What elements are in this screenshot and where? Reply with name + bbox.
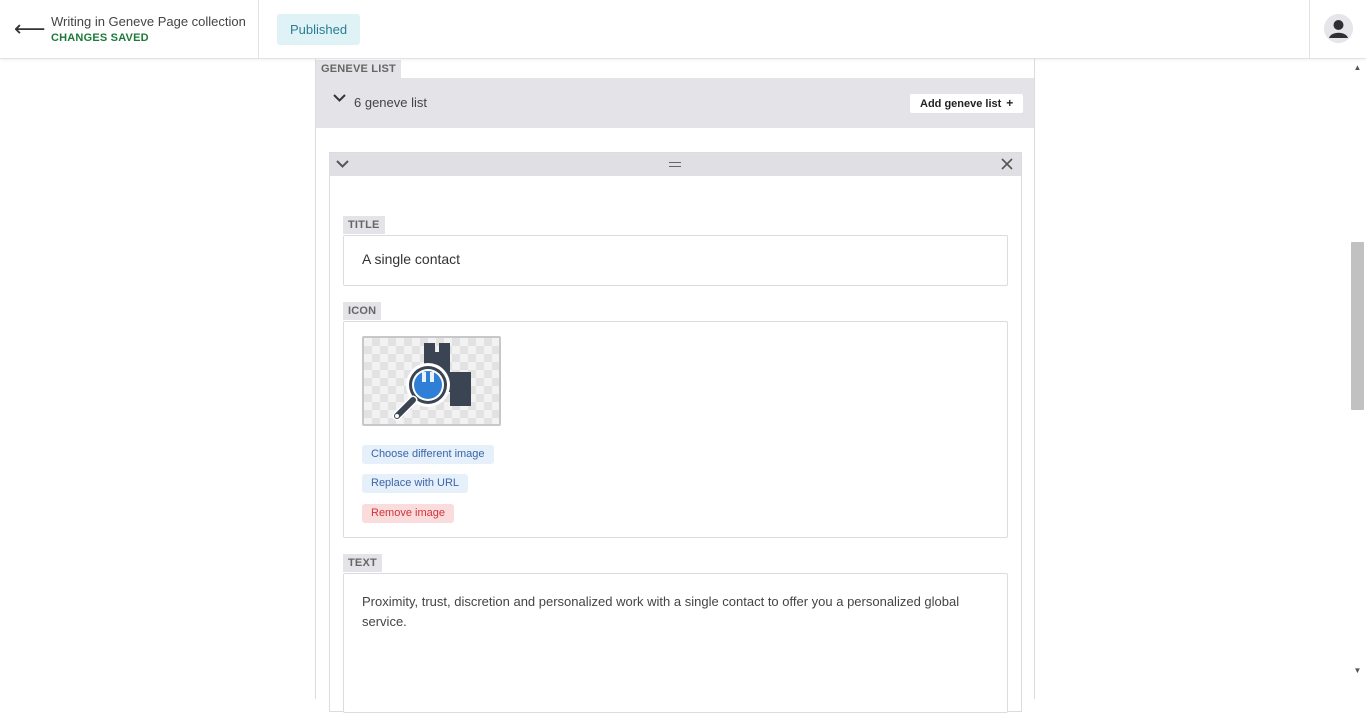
top-bar: ⟵ Writing in Geneve Page collection CHAN…: [0, 0, 1366, 59]
title-input[interactable]: A single contact: [343, 235, 1008, 286]
text-field-label: TEXT: [343, 554, 382, 572]
close-icon[interactable]: [1001, 155, 1013, 174]
section-label: GENEVE LIST: [316, 60, 401, 79]
page-scrollbar[interactable]: ▲ ▼: [1349, 59, 1366, 679]
remove-image-button[interactable]: Remove image: [362, 504, 454, 523]
text-editor[interactable]: Proximity, trust, discretion and persona…: [343, 573, 1008, 713]
editor-panel: GENEVE LIST 6 geneve list Add geneve lis…: [315, 59, 1035, 713]
header-divider: [1309, 0, 1310, 59]
chevron-down-icon[interactable]: [333, 92, 346, 106]
replace-url-button[interactable]: Replace with URL: [362, 474, 469, 493]
add-list-item-button[interactable]: Add geneve list +: [910, 94, 1024, 113]
collection-title: Writing in Geneve Page collection: [51, 14, 246, 29]
item-toolbar: [330, 153, 1021, 176]
add-button-label: Add geneve list: [920, 98, 1002, 110]
drag-handle-icon[interactable]: [669, 162, 681, 167]
icon-field: Choose different image Replace with URL …: [343, 321, 1008, 538]
header-title-group: Writing in Geneve Page collection CHANGE…: [51, 14, 246, 44]
plus-icon: +: [1006, 96, 1014, 110]
icon-field-label: ICON: [343, 302, 382, 320]
scroll-up-icon[interactable]: ▲: [1349, 59, 1366, 76]
header-divider: [258, 0, 259, 59]
scrollbar-thumb[interactable]: [1351, 242, 1364, 410]
back-arrow-icon[interactable]: ⟵: [14, 17, 46, 43]
list-count: 6 geneve list: [354, 95, 427, 110]
scroll-down-icon[interactable]: ▼: [1349, 662, 1366, 679]
magnifier-package-icon: [392, 343, 471, 421]
user-avatar-icon[interactable]: [1324, 14, 1353, 43]
icon-image-preview[interactable]: [362, 336, 501, 426]
collapse-chevron-icon[interactable]: [336, 158, 349, 172]
title-field-label: TITLE: [343, 216, 385, 234]
list-header: 6 geneve list Add geneve list +: [316, 78, 1034, 128]
save-status: CHANGES SAVED: [51, 32, 149, 44]
list-item-editor: TITLE A single contact ICON Choose diffe…: [329, 152, 1022, 713]
publish-status-badge[interactable]: Published: [277, 14, 361, 45]
choose-image-button[interactable]: Choose different image: [362, 445, 494, 464]
